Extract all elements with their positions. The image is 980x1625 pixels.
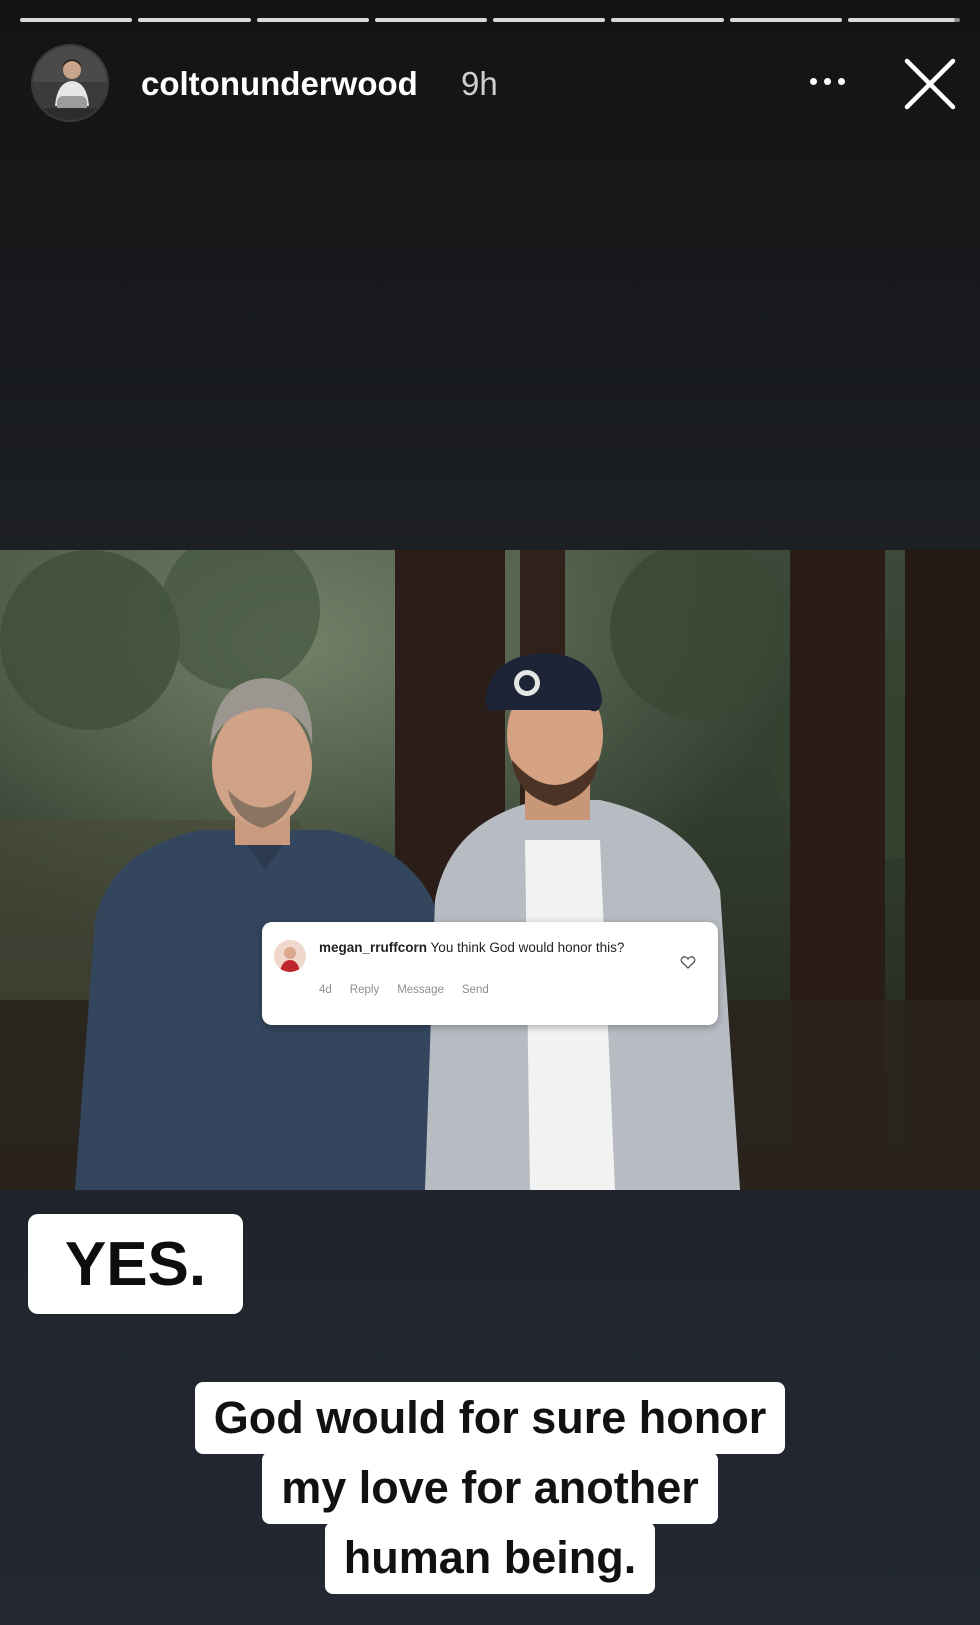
progress-segment: [20, 18, 133, 22]
progress-segment: [138, 18, 251, 22]
progress-segment: [256, 18, 369, 22]
comment-username: megan_rruffcorn: [319, 940, 428, 955]
comment-reply: Reply: [349, 984, 380, 996]
story-header: coltonunderwood 9h: [0, 44, 980, 126]
heart-outline-icon: [680, 954, 696, 970]
comment-message: Message: [397, 984, 444, 996]
yes-text: YES.: [64, 1229, 207, 1299]
comment-send: Send: [461, 984, 489, 996]
comment-text: megan_rruffcorn You think God would hono…: [319, 939, 649, 956]
close-icon[interactable]: [900, 54, 960, 114]
progress-segment: [374, 18, 487, 22]
profile-avatar[interactable]: [31, 44, 109, 122]
more-horizontal-icon[interactable]: [800, 58, 856, 102]
progress-segment-current: [847, 18, 960, 22]
caption-line: my love for another: [262, 1452, 718, 1524]
caption-text-sticker: God would for sure honor my love for ano…: [0, 1382, 980, 1594]
comment-body: You think God would honor this?: [430, 940, 625, 955]
story-photo: [0, 550, 980, 1190]
story-timestamp: 9h: [461, 65, 498, 102]
comment-age: 4d: [319, 984, 332, 996]
progress-segment: [611, 18, 724, 22]
commenter-avatar: [274, 940, 306, 972]
story-progress-bar: [20, 18, 960, 23]
caption-line: human being.: [324, 1522, 656, 1594]
comment-meta: 4d Reply Message Send: [319, 984, 489, 996]
story-username[interactable]: coltonunderwood: [141, 64, 418, 104]
progress-segment: [729, 18, 842, 22]
yes-text-sticker: YES.: [28, 1214, 243, 1314]
comment-sticker: megan_rruffcorn You think God would hono…: [262, 922, 718, 1025]
caption-line: God would for sure honor: [194, 1382, 786, 1454]
progress-segment: [493, 18, 606, 22]
